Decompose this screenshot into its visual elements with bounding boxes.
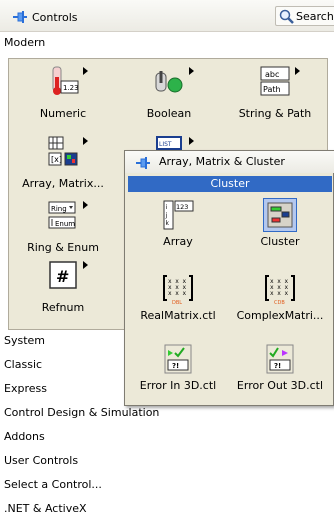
category-label: Addons	[4, 430, 45, 443]
svg-text:CDB: CDB	[274, 300, 285, 305]
search-button[interactable]: Search	[275, 6, 334, 26]
tile-label: Array	[163, 235, 193, 248]
svg-text:j: j	[165, 212, 168, 219]
palette-tile-boolean[interactable]: Boolean	[121, 63, 217, 135]
complex-matrix-icon: x x x x x x x x x CDB	[265, 275, 295, 305]
category-control-design-simulation[interactable]: Control Design & Simulation	[0, 404, 334, 422]
highlighted-item-name: Cluster	[128, 176, 332, 192]
svg-text:Ring: Ring	[51, 205, 67, 213]
category-modern[interactable]: Modern	[0, 34, 334, 52]
category-label: .NET & ActiveX	[4, 502, 87, 514]
expand-arrow-icon	[83, 67, 88, 75]
category-addons[interactable]: Addons	[0, 428, 334, 446]
popup-tile-realmatrix[interactable]: x x x x x x x x x DBL RealMatrix.ctl	[129, 273, 227, 329]
svg-text:?!: ?!	[274, 362, 281, 370]
tile-label: Refnum	[41, 301, 85, 314]
numeric-icon: 1.23	[52, 66, 79, 95]
subpalette-titlebar: Array, Matrix & Cluster	[125, 151, 334, 173]
palette-tile-string-path[interactable]: abc Path String & Path	[227, 63, 323, 135]
category-select-a-control[interactable]: Select a Control...	[0, 476, 334, 494]
tile-label: RealMatrix.ctl	[140, 309, 216, 322]
palette-titlebar: Controls Search	[0, 0, 334, 32]
category-label: User Controls	[4, 454, 79, 467]
category-label: System	[4, 334, 46, 347]
tile-label: Numeric	[39, 107, 87, 120]
category-label: Control Design & Simulation	[4, 406, 160, 419]
svg-text:k: k	[166, 220, 170, 227]
svg-text:Enum: Enum	[55, 220, 75, 228]
category-label: Express	[4, 382, 47, 395]
error-in-icon: ?!	[164, 344, 192, 374]
thumbtack-icon[interactable]	[12, 10, 28, 24]
tile-label: Error In 3D.ctl	[139, 379, 217, 392]
palette-tile-numeric[interactable]: 1.23 Numeric	[15, 63, 111, 135]
svg-text:#: #	[56, 267, 69, 286]
svg-text:Path: Path	[263, 85, 281, 94]
palette-tile-refnum[interactable]: # Refnum	[15, 257, 111, 329]
error-out-icon: ?!	[266, 344, 294, 374]
svg-text:123: 123	[176, 203, 188, 211]
tile-label: Boolean	[146, 107, 192, 120]
expand-arrow-icon	[83, 137, 88, 145]
palette-tile-array-matrix[interactable]: [x] Array, Matrix...	[15, 133, 111, 205]
tile-label: Array, Matrix...	[22, 177, 104, 190]
svg-text:[x]: [x]	[51, 155, 62, 164]
svg-text:x x x: x x x	[168, 290, 186, 297]
category-modern-label: Modern	[4, 36, 46, 49]
subpalette-popup: Array, Matrix & Cluster Cluster i j k 12…	[124, 150, 334, 406]
array-matrix-icon: [x]	[48, 136, 78, 166]
category-user-controls[interactable]: User Controls	[0, 452, 334, 470]
category-label: Select a Control...	[4, 478, 102, 491]
expand-arrow-icon	[83, 261, 88, 269]
category-label: Classic	[4, 358, 43, 371]
expand-arrow-icon	[189, 67, 194, 75]
search-button-label: Search	[296, 10, 334, 23]
refnum-icon: #	[49, 261, 77, 289]
svg-text:DBL: DBL	[172, 300, 182, 305]
subpalette-title: Array, Matrix & Cluster	[159, 155, 285, 168]
palette-title: Controls	[32, 11, 78, 24]
category-net-activex[interactable]: .NET & ActiveX	[0, 500, 334, 514]
real-matrix-icon: x x x x x x x x x DBL	[163, 275, 193, 305]
boolean-icon	[155, 71, 183, 93]
svg-text:1.23: 1.23	[63, 84, 79, 92]
expand-arrow-icon	[295, 67, 300, 75]
magnifier-icon	[279, 9, 294, 24]
svg-text:LIST: LIST	[159, 141, 172, 148]
svg-text:abc: abc	[265, 70, 279, 79]
tile-label: String & Path	[238, 107, 312, 120]
svg-text:x x x: x x x	[270, 290, 288, 297]
array-icon: i j k 123	[163, 200, 194, 230]
popup-tile-error-out[interactable]: ?! Error Out 3D.ctl	[231, 343, 329, 399]
tile-label: Cluster	[260, 235, 300, 248]
expand-arrow-icon	[189, 137, 194, 145]
expand-arrow-icon	[83, 201, 88, 209]
thumbtack-icon[interactable]	[135, 156, 151, 170]
cluster-icon	[263, 198, 297, 232]
tile-label: Error Out 3D.ctl	[236, 379, 324, 392]
string-path-icon: abc Path	[260, 66, 290, 96]
svg-text:?!: ?!	[172, 362, 179, 370]
popup-tile-error-in[interactable]: ?! Error In 3D.ctl	[129, 343, 227, 399]
popup-tile-array[interactable]: i j k 123 Array	[129, 199, 227, 255]
tile-label: ComplexMatri...	[236, 309, 324, 322]
ring-enum-icon: Ring Enum	[48, 201, 76, 229]
popup-tile-complexmatrix[interactable]: x x x x x x x x x CDB ComplexMatri...	[231, 273, 329, 329]
popup-tile-cluster[interactable]: Cluster	[231, 198, 329, 255]
tile-label: Ring & Enum	[27, 241, 99, 254]
